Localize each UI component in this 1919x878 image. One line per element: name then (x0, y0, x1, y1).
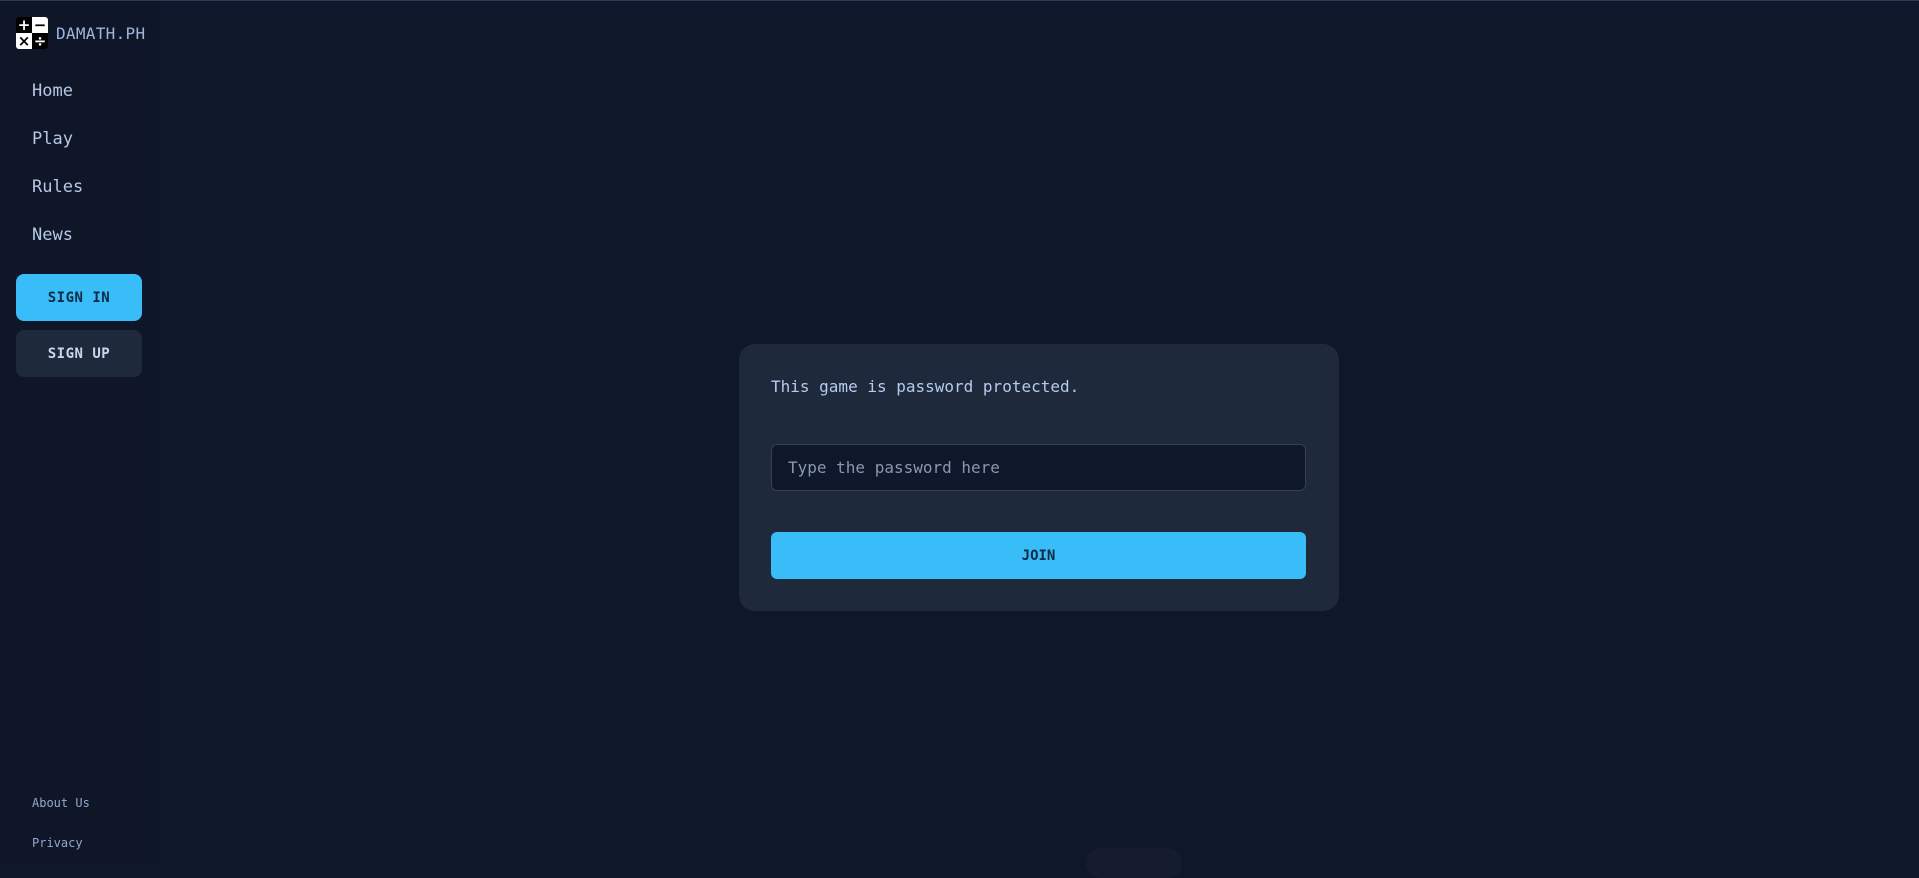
sign-up-button[interactable]: SIGN UP (16, 330, 142, 377)
password-message: This game is password protected. (771, 377, 1080, 396)
times-icon: × (16, 31, 32, 49)
nav-news[interactable]: News (32, 223, 83, 271)
nav-play[interactable]: Play (32, 127, 83, 175)
math-operators-icon: + − × ÷ (16, 17, 48, 49)
sidebar: + − × ÷ DAMATH.PH Home Play Rules News S… (0, 1, 157, 863)
bottom-floating-element (1086, 848, 1182, 878)
minus-icon: − (32, 17, 48, 34)
privacy-link[interactable]: Privacy (32, 836, 83, 850)
sign-in-button[interactable]: SIGN IN (16, 274, 142, 321)
nav-rules[interactable]: Rules (32, 175, 83, 223)
brand-name: DAMATH.PH (56, 23, 146, 43)
about-us-link[interactable]: About Us (32, 796, 90, 810)
password-dialog: This game is password protected. JOIN (739, 344, 1339, 611)
footer-about: About Us (32, 796, 90, 810)
footer-privacy: Privacy (32, 836, 83, 850)
brand[interactable]: + − × ÷ DAMATH.PH (16, 17, 145, 49)
nav-home[interactable]: Home (32, 79, 83, 127)
password-input[interactable] (771, 444, 1306, 491)
divide-icon: ÷ (32, 31, 48, 49)
join-button[interactable]: JOIN (771, 532, 1306, 579)
main-nav: Home Play Rules News (32, 79, 83, 271)
plus-icon: + (16, 17, 32, 34)
